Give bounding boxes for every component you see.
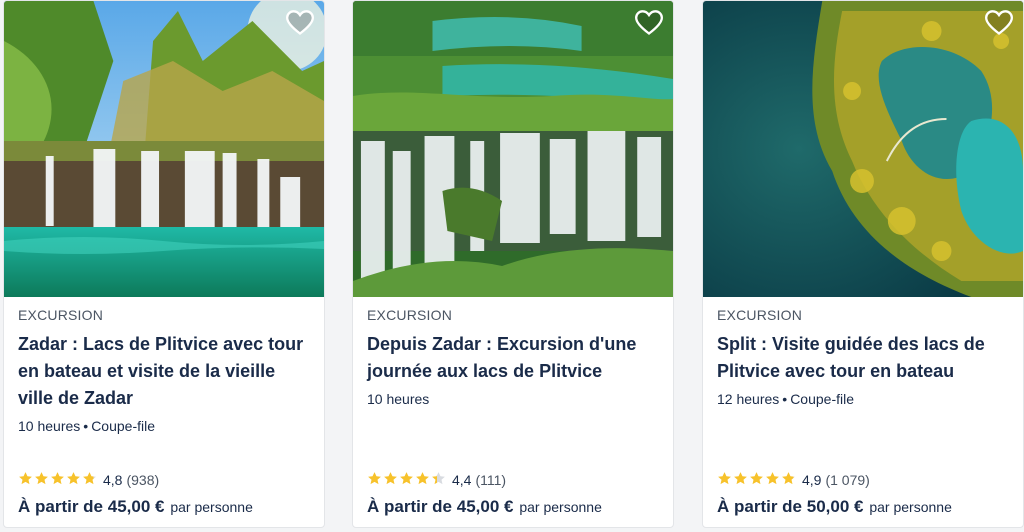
duration: 10 heures [367,391,430,407]
rating: 4,8 (938) [18,471,159,489]
skip-the-line-badge: Coupe-file [91,418,156,434]
rating-score: 4,8 [103,472,123,488]
activity-meta: 12 heures • Coupe-file [717,391,855,407]
activity-card[interactable]: EXCURSION Depuis Zadar : Excursion d'une… [352,0,674,528]
price: À partir de 45,00 € par personne [367,497,602,517]
price-unit: par personne [170,499,253,515]
duration: 10 heures [18,418,81,434]
activity-category: EXCURSION [717,307,803,323]
star-icon [415,471,430,489]
star-icon [82,471,97,489]
rating-score: 4,9 [802,472,822,488]
activity-meta: 10 heures • Coupe-file [18,418,156,434]
star-icon [383,471,398,489]
card-body: EXCURSION Zadar : Lacs de Plitvice avec … [4,297,324,527]
cascading-waterfalls-photo[interactable] [353,1,673,297]
star-icon [34,471,49,489]
price-unit: par personne [519,499,602,515]
activity-category: EXCURSION [18,307,104,323]
price-from: À partir de 50,00 € [717,497,864,516]
waterfall-lake-photo[interactable] [4,1,324,297]
price-from: À partir de 45,00 € [18,497,165,516]
aerial-lakes-photo[interactable] [703,1,1023,297]
price: À partir de 50,00 € par personne [717,497,952,517]
review-count: (111) [475,472,507,488]
star-rating [717,471,796,489]
activity-meta: 10 heures [367,391,659,407]
star-icon [18,471,33,489]
star-icon [50,471,65,489]
star-icon [367,471,382,489]
card-body: EXCURSION Split : Visite guidée des lacs… [703,297,1023,527]
price: À partir de 45,00 € par personne [18,497,253,517]
star-icon [765,471,780,489]
activity-card[interactable]: EXCURSION Split : Visite guidée des lacs… [702,0,1024,528]
activity-category: EXCURSION [367,307,453,323]
star-icon [431,471,446,489]
star-rating [367,471,446,489]
activity-card[interactable]: EXCURSION Zadar : Lacs de Plitvice avec … [3,0,325,528]
activity-title[interactable]: Split : Visite guidée des lacs de Plitvi… [717,331,1009,385]
review-count: (938) [126,472,160,488]
wishlist-heart-icon[interactable] [985,9,1013,37]
card-body: EXCURSION Depuis Zadar : Excursion d'une… [353,297,673,527]
wishlist-heart-icon[interactable] [635,9,663,37]
activity-title[interactable]: Depuis Zadar : Excursion d'une journée a… [367,331,659,385]
star-icon [781,471,796,489]
skip-the-line-badge: Coupe-file [790,391,855,407]
star-icon [66,471,81,489]
duration: 12 heures [717,391,780,407]
price-unit: par personne [869,499,952,515]
review-count: (1 079) [825,472,870,488]
rating-score: 4,4 [452,472,472,488]
rating: 4,4 (111) [367,471,506,489]
star-icon [399,471,414,489]
price-from: À partir de 45,00 € [367,497,514,516]
rating: 4,9 (1 079) [717,471,870,489]
star-icon [717,471,732,489]
activity-card-grid: EXCURSION Zadar : Lacs de Plitvice avec … [0,0,1024,532]
activity-title[interactable]: Zadar : Lacs de Plitvice avec tour en ba… [18,331,310,412]
star-icon [733,471,748,489]
wishlist-heart-icon[interactable] [286,9,314,37]
star-rating [18,471,97,489]
star-icon [749,471,764,489]
